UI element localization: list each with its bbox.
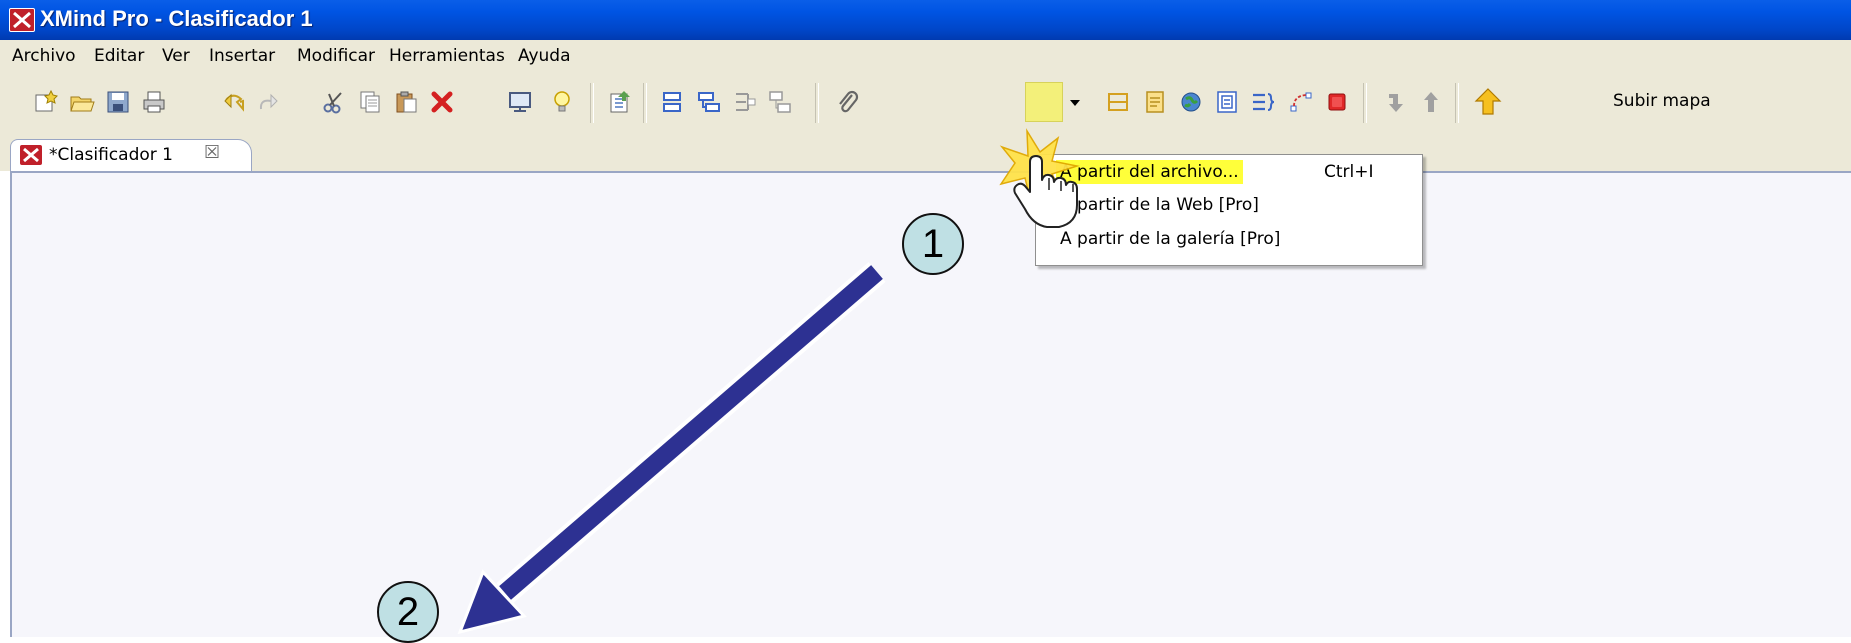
xmind-map-icon [20, 145, 42, 165]
menu-herramientas[interactable]: Herramientas [389, 46, 505, 66]
menu-item-from-gallery[interactable]: A partir de la galería [Pro] [1060, 229, 1280, 249]
toolbar-separator [1363, 83, 1367, 123]
drill-down-icon[interactable] [1383, 89, 1409, 115]
menu-insertar[interactable]: Insertar [209, 46, 275, 66]
editor-tab-strip: *Clasificador 1 ☒ [0, 131, 1851, 172]
upload-map-icon[interactable] [1472, 86, 1504, 118]
boundary-icon[interactable] [1105, 89, 1131, 115]
image-button-highlight [1025, 82, 1063, 122]
label-icon[interactable] [1214, 89, 1240, 115]
tab-label: *Clasificador 1 [49, 145, 173, 165]
marker-icon[interactable] [1324, 89, 1350, 115]
menu-item-shortcut: Ctrl+I [1324, 162, 1374, 182]
redo-icon[interactable] [255, 89, 281, 115]
save-icon[interactable] [105, 89, 131, 115]
hyperlink-icon[interactable] [1178, 89, 1204, 115]
idea-icon[interactable] [549, 89, 575, 115]
step-2-marker: 2 [377, 581, 439, 643]
export-icon[interactable] [608, 89, 634, 115]
insert-image-dropdown-menu: A partir del archivo... Ctrl+I A partir … [1035, 154, 1423, 266]
print-icon[interactable] [141, 89, 167, 115]
xmind-app-icon [9, 8, 35, 32]
open-icon[interactable] [69, 89, 95, 115]
menu-archivo[interactable]: Archivo [12, 46, 76, 66]
presentation-icon[interactable] [507, 89, 533, 115]
new-map-icon[interactable] [33, 89, 59, 115]
menu-item-from-file[interactable]: A partir del archivo... [1056, 160, 1243, 184]
undo-icon[interactable] [221, 89, 247, 115]
menu-editar[interactable]: Editar [94, 46, 144, 66]
dropdown-arrow-icon[interactable] [1068, 89, 1082, 115]
note-icon[interactable] [1142, 89, 1168, 115]
toolbar-separator [1455, 83, 1459, 123]
copy-icon[interactable] [357, 89, 383, 115]
relationship-icon[interactable] [1288, 89, 1314, 115]
attachment-icon[interactable] [835, 89, 861, 115]
toolbar-separator [815, 83, 819, 123]
tab-clasificador-1[interactable]: *Clasificador 1 ☒ [10, 139, 252, 172]
step-1-marker: 1 [902, 213, 964, 275]
toolbar-separator [590, 83, 594, 123]
floating-topic-icon[interactable] [767, 89, 793, 115]
insert-subtopic-icon[interactable] [696, 89, 722, 115]
close-icon[interactable]: ☒ [204, 142, 220, 163]
toolbar: Subir mapa [0, 71, 1851, 180]
window-title: XMind Pro - Clasificador 1 [40, 6, 313, 31]
menu-item-from-web[interactable]: A partir de la Web [Pro] [1060, 195, 1259, 215]
menu-ver[interactable]: Ver [162, 46, 190, 66]
callout-icon[interactable] [732, 89, 758, 115]
insert-topic-icon[interactable] [660, 89, 686, 115]
summary-icon[interactable] [1250, 89, 1276, 115]
toolbar-separator [643, 83, 647, 123]
title-bar: XMind Pro - Clasificador 1 [0, 0, 1851, 40]
menu-modificar[interactable]: Modificar [297, 46, 375, 66]
delete-icon[interactable] [429, 89, 455, 115]
menu-bar: Archivo Editar Ver Insertar Modificar He… [0, 40, 1851, 72]
paste-icon[interactable] [393, 89, 419, 115]
cut-icon[interactable] [321, 89, 347, 115]
drill-up-icon[interactable] [1418, 89, 1444, 115]
menu-ayuda[interactable]: Ayuda [518, 46, 571, 66]
subir-mapa-label[interactable]: Subir mapa [1613, 91, 1711, 111]
